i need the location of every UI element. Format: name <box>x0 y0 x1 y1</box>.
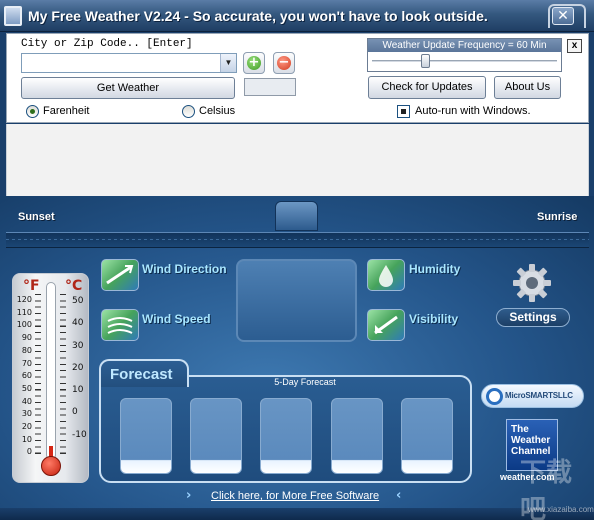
watermark-url: www.xiazaiba.com <box>528 505 594 514</box>
slider-track <box>372 60 557 63</box>
twc-line-2: Weather <box>511 435 551 446</box>
sunrise-label: Sunrise <box>537 211 578 223</box>
fahrenheit-tick-label: 120 <box>16 295 32 304</box>
city-zip-label: City or Zip Code.. [Enter] <box>21 38 193 50</box>
fahrenheit-tick-label: 90 <box>21 333 32 343</box>
bottom-edge <box>0 508 594 520</box>
title-bar[interactable]: My Free Weather V2.24 - So accurate, you… <box>0 0 594 32</box>
fahrenheit-scale: 120 110 100 90 80 70 60 50 40 30 20 10 0 <box>14 294 32 459</box>
check-updates-button[interactable]: Check for Updates <box>368 76 486 99</box>
close-panel-button[interactable]: x <box>567 39 582 53</box>
celsius-tick-label: 10 <box>72 385 84 396</box>
thermometer: °F °C 120 110 100 90 80 70 60 50 40 30 20 10 0 50 40 3… <box>12 273 89 483</box>
microsmarts-ring-icon <box>486 388 503 405</box>
fahrenheit-tick-label: 40 <box>21 396 32 406</box>
forecast-day-card[interactable] <box>260 398 312 474</box>
panel-toggle-tab[interactable] <box>275 201 318 231</box>
celsius-scale: 50 40 30 20 10 0 -10 <box>72 290 88 446</box>
chevron-down-icon[interactable]: ▼ <box>220 54 236 72</box>
celsius-tick-label: 40 <box>72 318 84 329</box>
visibility-label: Visibility <box>409 312 459 326</box>
wind-speed-label: Wind Speed <box>142 312 211 326</box>
autorun-checkbox[interactable] <box>397 105 410 118</box>
forecast-day-card[interactable] <box>401 398 453 474</box>
get-weather-button[interactable]: Get Weather <box>21 77 235 99</box>
window-title: My Free Weather V2.24 - So accurate, you… <box>28 8 488 24</box>
celsius-ticks <box>60 294 66 456</box>
fahrenheit-tick-label: 70 <box>21 358 32 368</box>
city-zip-combobox[interactable]: ▼ <box>21 53 237 73</box>
twc-line-1: The <box>511 424 529 435</box>
control-panel: City or Zip Code.. [Enter] ▼ + − Get Wea… <box>6 33 589 123</box>
farenheit-radio[interactable] <box>26 105 39 118</box>
fahrenheit-tick-label: 80 <box>21 345 32 355</box>
humidity-label: Humidity <box>409 262 461 276</box>
minus-icon: − <box>277 55 291 70</box>
humidity-icon[interactable] <box>367 259 405 291</box>
update-frequency-label: Weather Update Frequency = 60 Min <box>368 39 561 52</box>
celsius-tick-label: -10 <box>72 429 87 440</box>
fahrenheit-tick-label: 10 <box>21 434 32 444</box>
thermometer-bulb <box>41 456 61 476</box>
plus-icon: + <box>247 55 261 70</box>
about-us-button[interactable]: About Us <box>494 76 561 99</box>
window-close-button[interactable]: ✕ <box>552 7 574 25</box>
gear-icon[interactable] <box>512 263 552 303</box>
app-icon <box>4 6 22 26</box>
microsmarts-logo-text: MicroSMARTSLLC <box>505 391 573 400</box>
sky-display-area <box>6 124 589 206</box>
settings-button[interactable]: Settings <box>496 308 570 327</box>
forecast-title: Forecast <box>110 366 173 383</box>
microsmarts-logo[interactable]: MicroSMARTSLLC <box>481 384 584 408</box>
celsius-tick-label: 30 <box>72 340 84 351</box>
update-frequency-control: Weather Update Frequency = 60 Min <box>367 38 562 72</box>
sunset-label: Sunset <box>18 211 55 223</box>
autorun-label: Auto-run with Windows. <box>415 105 531 117</box>
update-frequency-slider[interactable] <box>368 52 561 71</box>
forecast-day-card[interactable] <box>190 398 242 474</box>
fahrenheit-tick-label: 20 <box>21 422 32 432</box>
remove-location-button[interactable]: − <box>273 52 295 74</box>
status-box <box>244 78 296 96</box>
wind-speed-icon[interactable] <box>101 309 139 341</box>
wind-direction-label: Wind Direction <box>142 262 227 276</box>
forecast-day-card[interactable] <box>331 398 383 474</box>
celsius-radio[interactable] <box>182 105 195 118</box>
add-location-button[interactable]: + <box>243 52 265 74</box>
fahrenheit-tick-label: 30 <box>21 409 32 419</box>
celsius-tick-label: 20 <box>72 362 84 373</box>
fahrenheit-ticks <box>35 294 41 456</box>
visibility-icon[interactable] <box>367 309 405 341</box>
fahrenheit-tick-label: 50 <box>21 383 32 393</box>
celsius-tick-label: 0 <box>72 407 78 418</box>
forecast-subtitle: 5-Day Forecast <box>274 377 336 387</box>
current-conditions-screen <box>236 259 357 342</box>
farenheit-label: Farenheit <box>43 105 90 117</box>
wind-direction-icon[interactable] <box>101 259 139 291</box>
more-software-link[interactable]: Click here, for More Free Software <box>211 490 379 502</box>
fahrenheit-unit: °F <box>23 278 40 294</box>
celsius-tick-label: 50 <box>72 296 84 306</box>
chevron-left-icon: ‹ <box>396 488 402 503</box>
fahrenheit-tick-label: 0 <box>26 447 32 457</box>
forecast-day-card[interactable] <box>120 398 172 474</box>
fahrenheit-tick-label: 110 <box>16 307 32 317</box>
celsius-label: Celsius <box>199 105 236 117</box>
fahrenheit-tick-label: 60 <box>21 371 32 381</box>
slider-thumb[interactable] <box>421 54 431 68</box>
thermometer-tube <box>46 282 56 460</box>
chevron-right-icon: › <box>186 488 192 503</box>
divider-band <box>6 232 589 248</box>
fahrenheit-tick-label: 100 <box>16 320 32 330</box>
